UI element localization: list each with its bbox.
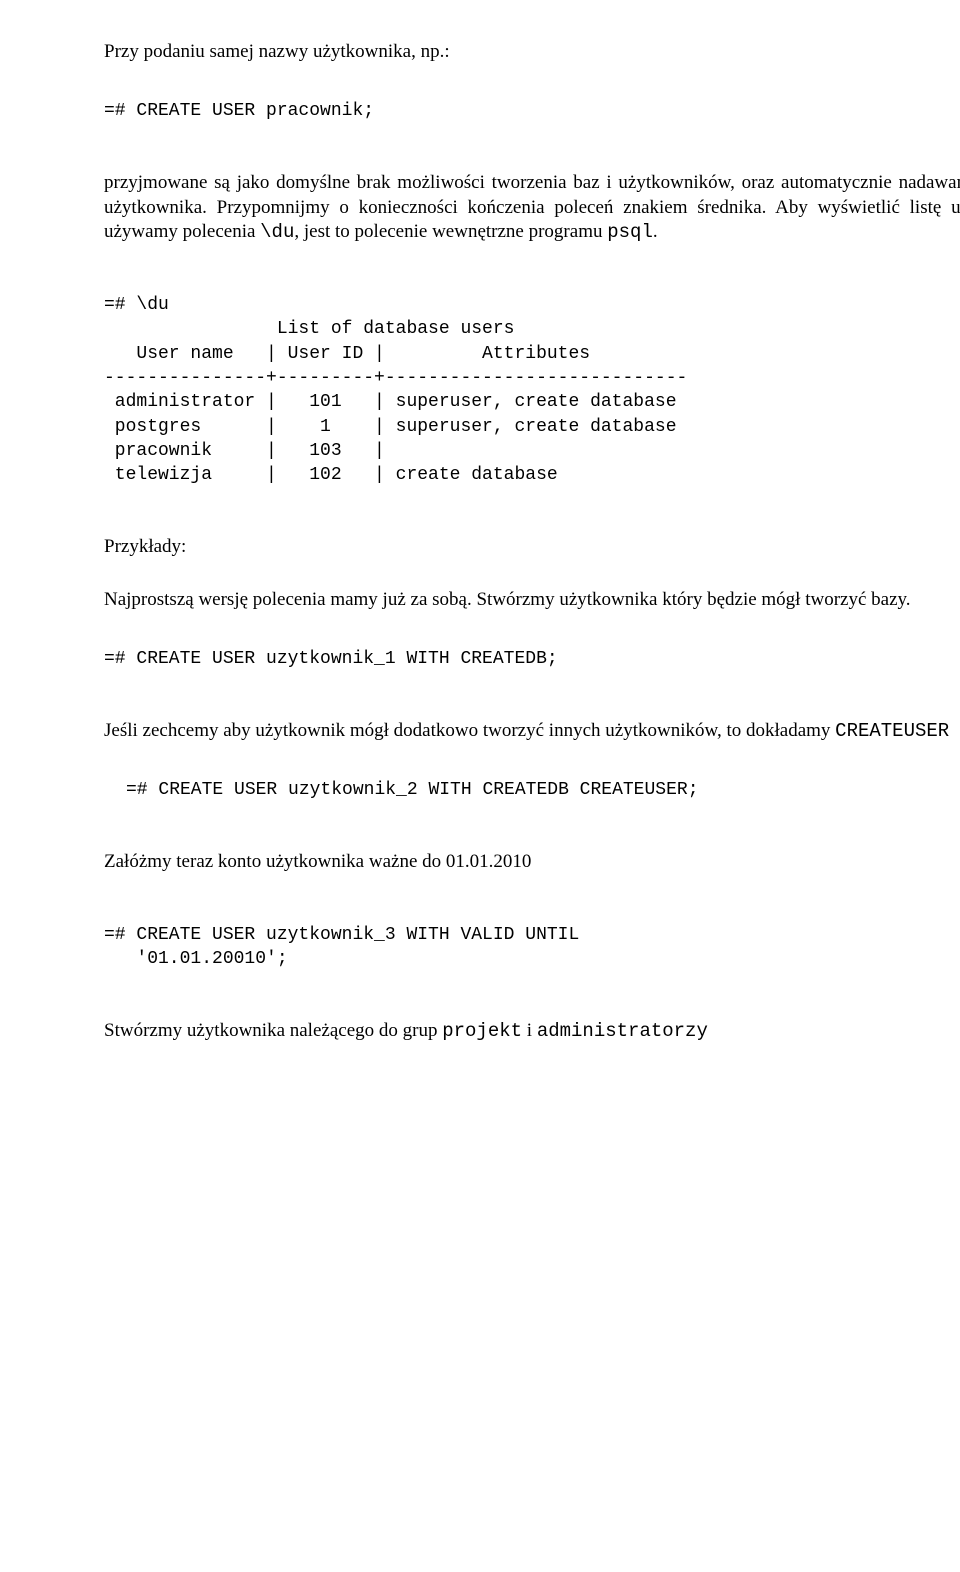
inline-code-administratorzy: administratorzy	[537, 1020, 708, 1042]
paragraph-valid-until: Załóżmy teraz konto użytkownika ważne do…	[104, 850, 960, 875]
page-number: 5	[104, 1092, 960, 1117]
inline-code-createuser: CREATEUSER	[835, 720, 949, 742]
paragraph-intro: Przy podaniu samej nazwy użytkownika, np…	[104, 40, 960, 65]
text-segment: .	[653, 221, 658, 242]
code-create-user-3: =# CREATE USER uzytkownik_3 WITH VALID U…	[104, 923, 960, 972]
code-create-user-pracownik: =# CREATE USER pracownik;	[104, 99, 960, 123]
code-create-user-1: =# CREATE USER uzytkownik_1 WITH CREATED…	[104, 647, 960, 671]
text-segment: Stwórzmy użytkownika należącego do grup	[104, 1020, 442, 1041]
paragraph-defaults: przyjmowane są jako domyślne brak możliw…	[104, 171, 960, 245]
text-segment: Jeśli zechcemy aby użytkownik mógł dodat…	[104, 720, 835, 741]
inline-code-psql: psql	[607, 221, 653, 243]
code-du-listing: =# \du List of database users User name …	[104, 293, 960, 487]
text-segment: , jest to polecenie wewnętrzne programu	[294, 221, 607, 242]
text-segment: i	[522, 1020, 537, 1041]
inline-code-du: \du	[260, 221, 294, 243]
paragraph-groups: Stwórzmy użytkownika należącego do grup …	[104, 1019, 960, 1044]
paragraph-createuser: Jeśli zechcemy aby użytkownik mógł dodat…	[104, 719, 960, 744]
code-create-user-2: =# CREATE USER uzytkownik_2 WITH CREATED…	[126, 778, 960, 802]
paragraph-simple-version: Najprostszą wersję polecenia mamy już za…	[104, 588, 960, 613]
label-examples: Przykłady:	[104, 535, 960, 560]
inline-code-projekt: projekt	[442, 1020, 522, 1042]
